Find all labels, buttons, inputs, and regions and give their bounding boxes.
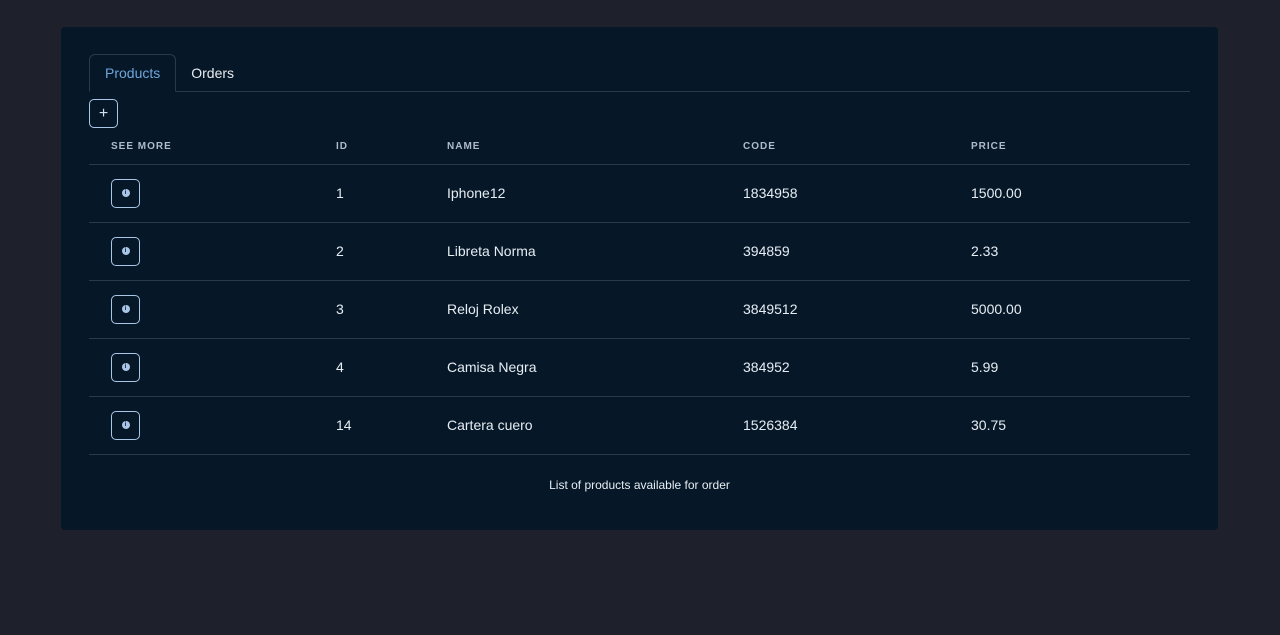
products-table: SEE MORE ID NAME CODE PRICE i 1 Iphone12… <box>89 130 1190 455</box>
cell-id: 2 <box>314 222 447 281</box>
cell-price: 30.75 <box>971 396 1190 455</box>
see-more-cell: i <box>89 164 314 223</box>
table-header-row: SEE MORE ID NAME CODE PRICE <box>89 130 1190 165</box>
cell-id: 14 <box>314 396 447 455</box>
cell-name: Camisa Negra <box>447 338 743 397</box>
tab-orders[interactable]: Orders <box>176 54 249 92</box>
plus-icon: + <box>98 104 109 122</box>
cell-price: 5000.00 <box>971 280 1190 339</box>
tab-bar: Products Orders <box>89 54 1190 92</box>
cell-price: 1500.00 <box>971 164 1190 223</box>
cell-name: Cartera cuero <box>447 396 743 455</box>
cell-name: Reloj Rolex <box>447 280 743 339</box>
see-more-button[interactable]: i <box>111 236 140 266</box>
header-see-more: SEE MORE <box>89 130 314 165</box>
cell-id: 1 <box>314 164 447 223</box>
cell-code: 384952 <box>743 338 971 397</box>
table-caption: List of products available for order <box>549 478 730 492</box>
cell-id: 3 <box>314 280 447 339</box>
see-more-cell: i <box>89 396 314 455</box>
cell-id: 4 <box>314 338 447 397</box>
products-card: Products Orders + SEE MORE ID NAME CODE … <box>61 27 1218 530</box>
see-more-button[interactable]: i <box>111 352 140 382</box>
see-more-button[interactable]: i <box>111 294 140 324</box>
see-more-button[interactable]: i <box>111 410 140 440</box>
cell-price: 2.33 <box>971 222 1190 281</box>
table-row: i 14 Cartera cuero 1526384 30.75 <box>89 396 1190 455</box>
cell-name: Libreta Norma <box>447 222 743 281</box>
see-more-cell: i <box>89 338 314 397</box>
info-icon: i <box>121 247 130 255</box>
see-more-cell: i <box>89 280 314 339</box>
table-row: i 3 Reloj Rolex 3849512 5000.00 <box>89 280 1190 339</box>
see-more-cell: i <box>89 222 314 281</box>
cell-price: 5.99 <box>971 338 1190 397</box>
header-name: NAME <box>447 130 743 165</box>
header-price: PRICE <box>971 130 1190 165</box>
cell-code: 394859 <box>743 222 971 281</box>
header-id: ID <box>314 130 447 165</box>
see-more-button[interactable]: i <box>111 178 140 208</box>
table-row: i 2 Libreta Norma 394859 2.33 <box>89 222 1190 281</box>
cell-code: 1526384 <box>743 396 971 455</box>
add-product-button[interactable]: + <box>89 99 118 128</box>
cell-name: Iphone12 <box>447 164 743 223</box>
info-icon: i <box>121 421 130 429</box>
cell-code: 3849512 <box>743 280 971 339</box>
cell-code: 1834958 <box>743 164 971 223</box>
table-row: i 1 Iphone12 1834958 1500.00 <box>89 164 1190 223</box>
info-icon: i <box>121 363 130 371</box>
info-icon: i <box>121 189 130 197</box>
header-code: CODE <box>743 130 971 165</box>
info-icon: i <box>121 305 130 313</box>
table-row: i 4 Camisa Negra 384952 5.99 <box>89 338 1190 397</box>
tab-products[interactable]: Products <box>89 54 177 92</box>
